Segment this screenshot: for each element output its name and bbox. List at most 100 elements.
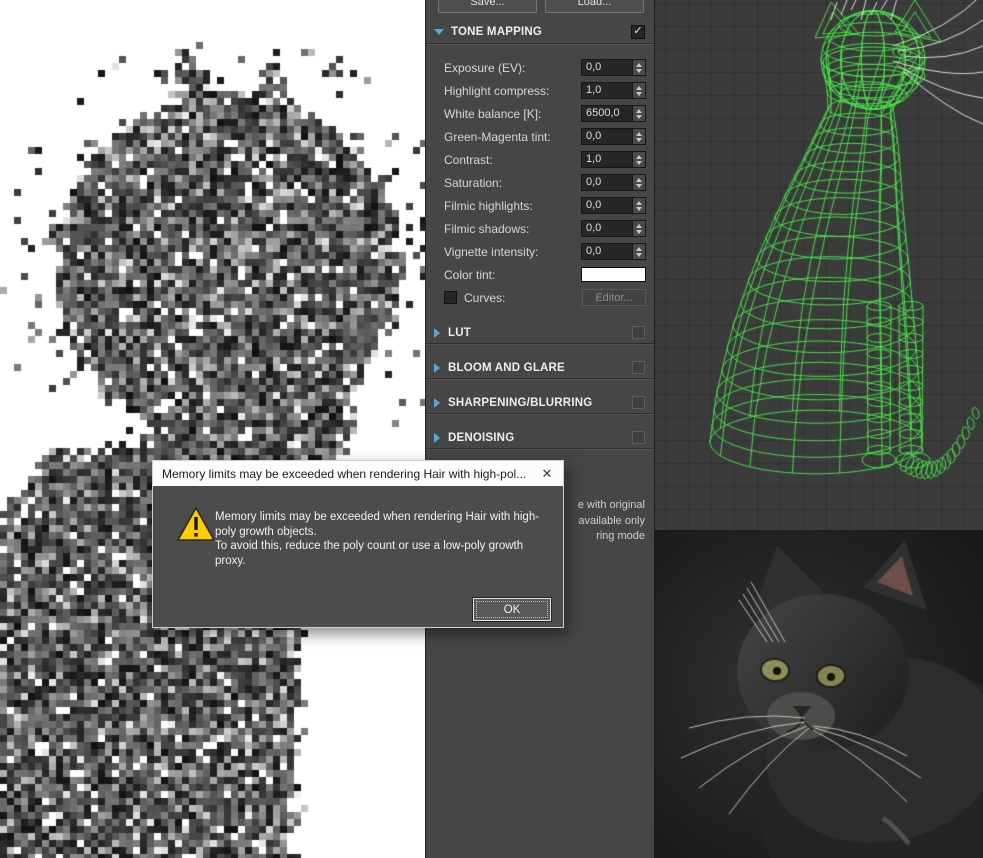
rollout-title-denoising: DENOISING <box>448 432 632 444</box>
spinner-up-icon[interactable] <box>636 155 642 159</box>
spinner-down-icon[interactable] <box>636 69 642 73</box>
check-icon: ✓ <box>633 26 642 37</box>
load-button[interactable]: Load... <box>545 0 644 13</box>
highlight-compress-label: Highlight compress: <box>444 84 581 98</box>
filmic-highlights-spinner-arrows[interactable] <box>633 197 646 214</box>
contrast-spinner-arrows[interactable] <box>633 151 646 168</box>
spinner-up-icon[interactable] <box>636 224 642 228</box>
spinner-down-icon[interactable] <box>636 92 642 96</box>
save-button[interactable]: Save... <box>438 0 537 13</box>
spinner-down-icon[interactable] <box>636 230 642 234</box>
filmic-shadows-spinner-arrows[interactable] <box>633 220 646 237</box>
highlight-compress-spinner-arrows[interactable] <box>633 82 646 99</box>
spinner-up-icon[interactable] <box>636 63 642 67</box>
param-row-white-balance: White balance [K]: 6500,0 <box>426 102 654 125</box>
param-row-saturation: Saturation: 0,0 <box>426 171 654 194</box>
partially-hidden-description: e with original available only ring mode <box>578 498 645 545</box>
bloom-glare-enabled-checkbox[interactable] <box>632 361 645 374</box>
white-balance-value[interactable]: 6500,0 <box>581 105 633 122</box>
close-icon[interactable]: ✕ <box>531 466 563 482</box>
vignette-spinner[interactable]: 0,0 <box>581 243 646 260</box>
ok-button[interactable]: OK <box>473 598 551 621</box>
spinner-up-icon[interactable] <box>636 178 642 182</box>
curves-label: Curves: <box>464 291 582 305</box>
lut-enabled-checkbox[interactable] <box>632 326 645 339</box>
param-row-highlight-compress: Highlight compress: 1,0 <box>426 79 654 102</box>
curves-editor-button[interactable]: Editor... <box>582 289 646 306</box>
filmic-highlights-value[interactable]: 0,0 <box>581 197 633 214</box>
contrast-label: Contrast: <box>444 153 581 167</box>
rollout-title-bloom-glare: BLOOM AND GLARE <box>448 362 632 374</box>
param-row-filmic-highlights: Filmic highlights: 0,0 <box>426 194 654 217</box>
tone-mapping-enabled-checkbox[interactable]: ✓ <box>631 25 645 39</box>
saturation-value[interactable]: 0,0 <box>581 174 633 191</box>
highlight-compress-value[interactable]: 1,0 <box>581 82 633 99</box>
spinner-up-icon[interactable] <box>636 247 642 251</box>
dialog-body: Memory limits may be exceeded when rende… <box>153 486 563 628</box>
tone-mapping-params: Exposure (EV): 0,0 Highlight compress: 1… <box>426 44 654 309</box>
dialog-titlebar[interactable]: Memory limits may be exceeded when rende… <box>153 461 563 486</box>
highlight-compress-spinner[interactable]: 1,0 <box>581 82 646 99</box>
white-balance-label: White balance [K]: <box>444 107 581 121</box>
chevron-right-icon <box>434 433 440 443</box>
param-row-contrast: Contrast: 1,0 <box>426 148 654 171</box>
color-tint-swatch[interactable] <box>581 267 646 282</box>
rollout-header-bloom-glare[interactable]: BLOOM AND GLARE <box>426 357 654 379</box>
sharpening-enabled-checkbox[interactable] <box>632 396 645 409</box>
green-magenta-value[interactable]: 0,0 <box>581 128 633 145</box>
exposure-spinner[interactable]: 0,0 <box>581 59 646 76</box>
wireframe-viewport[interactable] <box>655 0 983 530</box>
white-balance-spinner-arrows[interactable] <box>633 105 646 122</box>
param-row-vignette: Vignette intensity: 0,0 <box>426 240 654 263</box>
dialog-title: Memory limits may be exceeded when rende… <box>162 467 531 481</box>
rollout-header-denoising[interactable]: DENOISING <box>426 427 654 449</box>
shaded-viewport[interactable] <box>655 530 983 858</box>
dialog-message: Memory limits may be exceeded when rende… <box>215 510 549 568</box>
chevron-right-icon <box>434 398 440 408</box>
exposure-value[interactable]: 0,0 <box>581 59 633 76</box>
saturation-spinner[interactable]: 0,0 <box>581 174 646 191</box>
spinner-up-icon[interactable] <box>636 109 642 113</box>
rollout-header-tone-mapping[interactable]: TONE MAPPING ✓ <box>426 20 654 44</box>
white-balance-spinner[interactable]: 6500,0 <box>581 105 646 122</box>
param-row-filmic-shadows: Filmic shadows: 0,0 <box>426 217 654 240</box>
preset-button-row: Save... Load... <box>438 0 644 13</box>
denoising-enabled-checkbox[interactable] <box>632 431 645 444</box>
memory-warning-dialog: Memory limits may be exceeded when rende… <box>152 460 564 628</box>
green-magenta-spinner[interactable]: 0,0 <box>581 128 646 145</box>
spinner-down-icon[interactable] <box>636 207 642 211</box>
saturation-label: Saturation: <box>444 176 581 190</box>
filmic-shadows-spinner[interactable]: 0,0 <box>581 220 646 237</box>
rollout-header-sharpening[interactable]: SHARPENING/BLURRING <box>426 392 654 414</box>
spinner-down-icon[interactable] <box>636 161 642 165</box>
vignette-spinner-arrows[interactable] <box>633 243 646 260</box>
vignette-value[interactable]: 0,0 <box>581 243 633 260</box>
render-output-region <box>0 0 425 858</box>
exposure-spinner-arrows[interactable] <box>633 59 646 76</box>
filmic-shadows-value[interactable]: 0,0 <box>581 220 633 237</box>
chevron-right-icon <box>434 363 440 373</box>
param-row-color-tint: Color tint: <box>426 263 654 286</box>
contrast-spinner[interactable]: 1,0 <box>581 151 646 168</box>
filmic-shadows-label: Filmic shadows: <box>444 222 581 236</box>
filmic-highlights-spinner[interactable]: 0,0 <box>581 197 646 214</box>
param-row-green-magenta: Green-Magenta tint: 0,0 <box>426 125 654 148</box>
spinner-down-icon[interactable] <box>636 138 642 142</box>
spinner-down-icon[interactable] <box>636 184 642 188</box>
fragment-line: e with original <box>578 498 645 514</box>
shaded-cat-canvas <box>655 530 983 858</box>
spinner-down-icon[interactable] <box>636 115 642 119</box>
spinner-down-icon[interactable] <box>636 253 642 257</box>
rendered-image-canvas <box>0 0 425 858</box>
saturation-spinner-arrows[interactable] <box>633 174 646 191</box>
spinner-up-icon[interactable] <box>636 201 642 205</box>
curves-checkbox[interactable] <box>444 291 457 304</box>
green-magenta-spinner-arrows[interactable] <box>633 128 646 145</box>
warning-icon <box>176 506 216 548</box>
param-row-curves: Curves: Editor... <box>426 286 654 309</box>
chevron-right-icon <box>434 328 440 338</box>
spinner-up-icon[interactable] <box>636 86 642 90</box>
contrast-value[interactable]: 1,0 <box>581 151 633 168</box>
spinner-up-icon[interactable] <box>636 132 642 136</box>
rollout-header-lut[interactable]: LUT <box>426 322 654 344</box>
